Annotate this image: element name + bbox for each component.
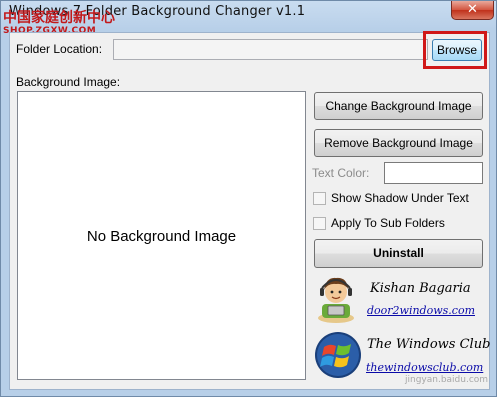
close-icon: ✕	[467, 2, 478, 17]
preview-placeholder-text: No Background Image	[86, 228, 237, 245]
remove-background-button[interactable]: Remove Background Image	[314, 129, 483, 157]
text-color-label: Text Color:	[312, 166, 370, 180]
apply-subfolders-label: Apply To Sub Folders	[331, 216, 445, 230]
app-window: Windows 7 Folder Background Changer v1.1…	[0, 0, 497, 397]
close-button[interactable]: ✕	[451, 1, 494, 20]
door2windows-link[interactable]: door2windows.com	[367, 304, 475, 317]
show-shadow-label: Show Shadow Under Text	[331, 191, 469, 205]
uninstall-button[interactable]: Uninstall	[314, 239, 483, 268]
watermark-text: 中国家庭创新中心	[3, 10, 115, 26]
show-shadow-checkbox[interactable]	[313, 192, 326, 205]
folder-location-input[interactable]	[113, 39, 428, 60]
background-preview: No Background Image	[17, 91, 306, 380]
credit-name-windows-club: The Windows Club	[367, 337, 491, 352]
folder-location-label: Folder Location:	[16, 42, 103, 56]
credit-name-kishan: Kishan Bagaria	[370, 281, 471, 296]
text-color-input[interactable]	[384, 162, 483, 184]
cartoon-avatar-icon	[318, 277, 354, 323]
thewindowsclub-link[interactable]: thewindowsclub.com	[366, 361, 483, 374]
highlight-annotation	[423, 31, 487, 69]
background-image-label: Background Image:	[16, 75, 121, 89]
dialog-body: Folder Location: Browse Background Image…	[9, 31, 491, 390]
change-background-button[interactable]: Change Background Image	[314, 92, 483, 120]
apply-subfolders-checkbox[interactable]	[313, 217, 326, 230]
windows-logo-icon	[315, 332, 361, 378]
corner-watermark: jingyan.baidu.com	[405, 375, 489, 385]
